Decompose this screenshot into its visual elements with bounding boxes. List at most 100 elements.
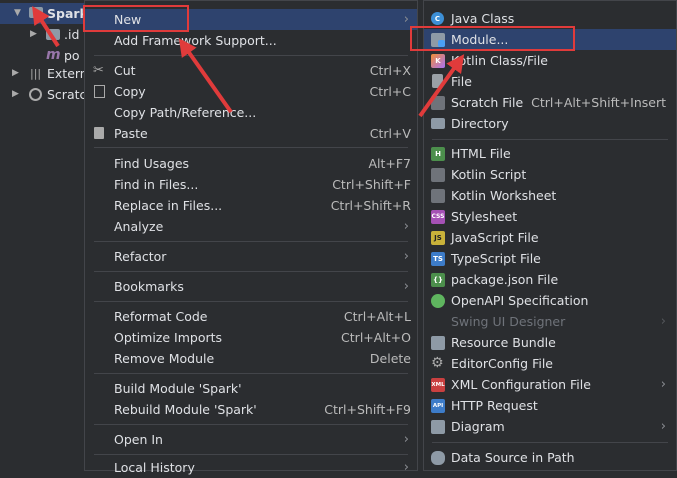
- menu-item-copy[interactable]: Copy Ctrl+C: [85, 81, 417, 102]
- menu-item-add-framework[interactable]: Add Framework Support...: [85, 30, 417, 51]
- menu-item-label: Data Source in Path: [451, 450, 575, 465]
- chevron-right-icon[interactable]: ▶: [30, 24, 37, 45]
- menu-separator: [94, 373, 408, 374]
- tree-scratches-label: Scratc: [47, 87, 84, 102]
- submenu-arrow-icon: ›: [660, 314, 666, 329]
- kotlin-file-icon: K: [431, 54, 445, 68]
- file-icon: [432, 74, 443, 88]
- menu-item-label: Remove Module: [114, 351, 215, 366]
- menu-item-label: Build Module 'Spark': [114, 381, 242, 396]
- menu-item-cut[interactable]: ✂ Cut Ctrl+X: [85, 60, 417, 81]
- menu-item-refactor[interactable]: Refactor ›: [85, 246, 417, 267]
- submenu-arrow-icon: ›: [403, 432, 409, 447]
- shortcut-label: Ctrl+Shift+R: [330, 198, 411, 213]
- menu-item-open-in[interactable]: Open In ›: [85, 429, 417, 450]
- shortcut-label: Delete: [369, 351, 411, 366]
- menu-item-resource-bundle[interactable]: Resource Bundle: [424, 332, 676, 353]
- module-badge-icon: [438, 40, 445, 47]
- scratches-icon: [29, 88, 42, 101]
- menu-item-stylesheet[interactable]: CSS Stylesheet: [424, 206, 676, 227]
- menu-item-label: Scratch File: [451, 95, 524, 110]
- tree-idea-label: .id: [64, 27, 80, 42]
- menu-item-label: Swing UI Designer: [451, 314, 566, 329]
- menu-item-scratch-file[interactable]: Scratch File Ctrl+Alt+Shift+Insert: [424, 92, 676, 113]
- typescript-file-icon: TS: [431, 252, 445, 266]
- menu-item-module[interactable]: Module...: [424, 29, 676, 50]
- menu-item-paste[interactable]: Paste Ctrl+V: [85, 123, 417, 144]
- menu-item-label: Rebuild Module 'Spark': [114, 402, 257, 417]
- menu-item-label: TypeScript File: [451, 251, 541, 266]
- menu-item-swing-ui-designer[interactable]: Swing UI Designer ›: [424, 311, 676, 332]
- chevron-right-icon[interactable]: ▶: [12, 63, 19, 84]
- shortcut-label: Ctrl+C: [369, 84, 411, 99]
- menu-item-optimize-imports[interactable]: Optimize Imports Ctrl+Alt+O: [85, 327, 417, 348]
- libraries-icon: |||: [30, 67, 42, 80]
- menu-item-new-label: New: [114, 12, 142, 27]
- database-icon: [431, 451, 445, 465]
- gear-icon: ⚙: [431, 355, 444, 371]
- menu-item-find-usages[interactable]: Find Usages Alt+F7: [85, 153, 417, 174]
- menu-item-label: Copy Path/Reference...: [114, 105, 257, 120]
- menu-item-typescript-file[interactable]: TS TypeScript File: [424, 248, 676, 269]
- menu-item-build-module[interactable]: Build Module 'Spark': [85, 378, 417, 399]
- menu-item-directory[interactable]: Directory: [424, 113, 676, 134]
- menu-item-package-json[interactable]: {} package.json File: [424, 269, 676, 290]
- menu-item-label: package.json File: [451, 272, 559, 287]
- menu-item-label: Kotlin Class/File: [451, 53, 548, 68]
- tree-item-external-libraries[interactable]: ▶ ||| Extern: [0, 63, 84, 84]
- menu-separator: [94, 424, 408, 425]
- menu-item-file[interactable]: File: [424, 71, 676, 92]
- menu-item-java-class[interactable]: C Java Class: [424, 8, 676, 29]
- menu-item-label: Stylesheet: [451, 209, 518, 224]
- menu-item-reformat-code[interactable]: Reformat Code Ctrl+Alt+L: [85, 306, 417, 327]
- menu-item-label: Reformat Code: [114, 309, 208, 324]
- menu-item-replace-in-files[interactable]: Replace in Files... Ctrl+Shift+R: [85, 195, 417, 216]
- xml-file-icon: XML: [431, 378, 445, 392]
- menu-item-html-file[interactable]: H HTML File: [424, 143, 676, 164]
- tree-item-project[interactable]: ▼ Spark: [0, 3, 84, 24]
- menu-item-diagram[interactable]: Diagram ›: [424, 416, 676, 437]
- diagram-icon: [431, 420, 445, 434]
- menu-item-label: Add Framework Support...: [114, 33, 277, 48]
- menu-item-xml-configuration[interactable]: XML XML Configuration File ›: [424, 374, 676, 395]
- menu-item-new[interactable]: New ›: [85, 9, 417, 30]
- tree-item-idea[interactable]: ▶ .id: [0, 24, 84, 45]
- menu-item-openapi[interactable]: OpenAPI Specification: [424, 290, 676, 311]
- menu-item-remove-module[interactable]: Remove Module Delete: [85, 348, 417, 369]
- menu-item-editorconfig[interactable]: ⚙ EditorConfig File: [424, 353, 676, 374]
- folder-icon: [431, 118, 445, 129]
- http-request-icon: API: [431, 399, 445, 413]
- resource-bundle-icon: [431, 336, 445, 350]
- submenu-arrow-icon: ›: [660, 419, 666, 434]
- menu-separator: [94, 271, 408, 272]
- new-submenu: C Java Class Module... K Kotlin Class/Fi…: [423, 0, 677, 471]
- submenu-arrow-icon: ›: [403, 279, 409, 294]
- menu-item-bookmarks[interactable]: Bookmarks ›: [85, 276, 417, 297]
- menu-item-http-request[interactable]: API HTTP Request: [424, 395, 676, 416]
- menu-item-label: Kotlin Worksheet: [451, 188, 557, 203]
- menu-item-rebuild-module[interactable]: Rebuild Module 'Spark' Ctrl+Shift+F9: [85, 399, 417, 420]
- menu-item-label: Java Class: [451, 11, 515, 26]
- menu-separator: [94, 55, 408, 56]
- menu-item-kotlin-class[interactable]: K Kotlin Class/File: [424, 50, 676, 71]
- menu-item-data-source-in-path[interactable]: Data Source in Path: [424, 447, 676, 468]
- chevron-right-icon[interactable]: ▶: [12, 84, 19, 105]
- menu-item-kotlin-script[interactable]: Kotlin Script: [424, 164, 676, 185]
- menu-item-label: Optimize Imports: [114, 330, 223, 345]
- module-badge-icon: [37, 14, 43, 20]
- menu-item-javascript-file[interactable]: JS JavaScript File: [424, 227, 676, 248]
- menu-item-analyze[interactable]: Analyze ›: [85, 216, 417, 237]
- menu-item-label: HTML File: [451, 146, 511, 161]
- scissors-icon: ✂: [93, 63, 104, 78]
- tree-item-scratches[interactable]: ▶ Scratc: [0, 84, 84, 105]
- menu-item-find-in-files[interactable]: Find in Files... Ctrl+Shift+F: [85, 174, 417, 195]
- menu-separator: [432, 442, 668, 443]
- chevron-down-icon[interactable]: ▼: [14, 3, 21, 24]
- menu-item-label: Module...: [451, 32, 509, 47]
- menu-item-label: Copy: [114, 84, 146, 99]
- openapi-icon: [431, 294, 445, 308]
- menu-item-local-history[interactable]: Local History ›: [85, 457, 417, 478]
- menu-item-copy-path[interactable]: Copy Path/Reference...: [85, 102, 417, 123]
- folder-icon: [46, 29, 60, 40]
- menu-item-kotlin-worksheet[interactable]: Kotlin Worksheet: [424, 185, 676, 206]
